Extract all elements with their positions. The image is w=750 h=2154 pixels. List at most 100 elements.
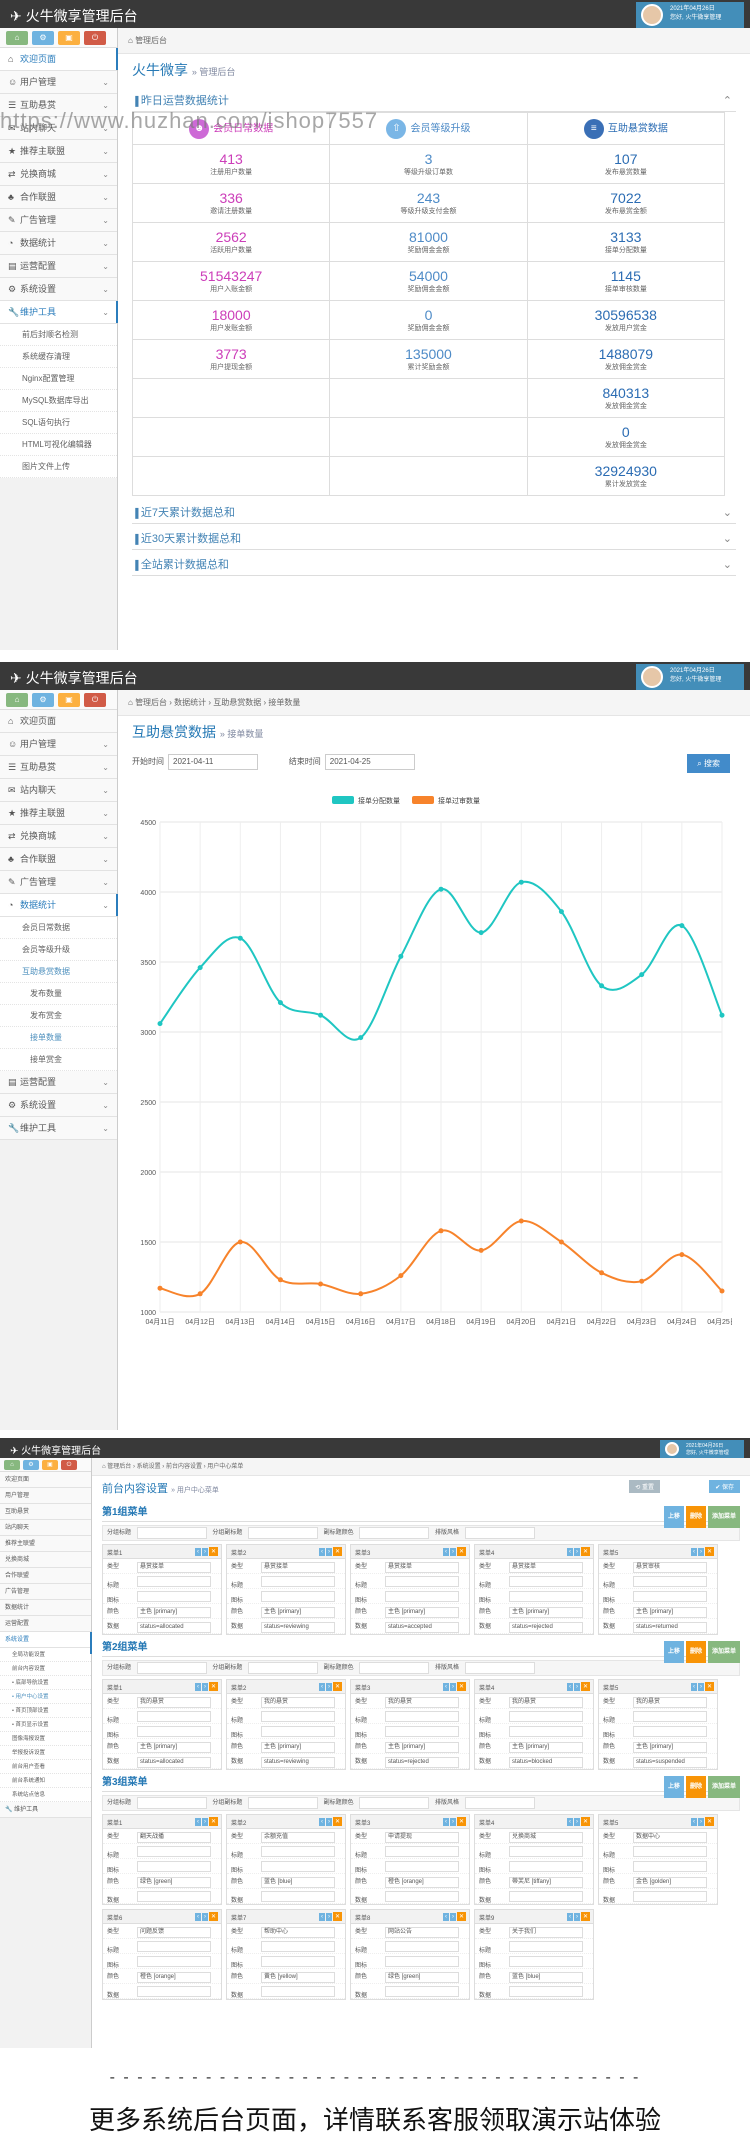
delete-button[interactable]: ✕: [580, 1547, 590, 1556]
move-left-button[interactable]: ‹: [690, 1548, 697, 1556]
sidebar-item[interactable]: 合作联盟: [0, 1568, 91, 1584]
field-value[interactable]: 主色 [primary]: [509, 1607, 583, 1618]
move-left-button[interactable]: ‹: [318, 1818, 325, 1826]
move-right-button[interactable]: ›: [573, 1818, 580, 1826]
sidebar-subitem[interactable]: 会员日常数据: [0, 917, 117, 939]
field-value[interactable]: [509, 1591, 583, 1602]
field-value[interactable]: [261, 1861, 335, 1872]
field-value[interactable]: [385, 1711, 459, 1722]
group-action-button[interactable]: 添加菜单: [707, 1776, 740, 1798]
field-value[interactable]: 黄色 [yellow]: [261, 1972, 335, 1983]
move-right-button[interactable]: ›: [697, 1818, 704, 1826]
sidebar-subitem[interactable]: 图像海报设置: [0, 1732, 91, 1746]
field-value[interactable]: status=accepted: [385, 1622, 459, 1633]
move-left-button[interactable]: ‹: [566, 1913, 573, 1921]
field-value[interactable]: 蒂芙尼 [tiffany]: [509, 1877, 583, 1888]
move-right-button[interactable]: ›: [201, 1818, 208, 1826]
sidebar-subitem[interactable]: 会员等级升级: [0, 939, 117, 961]
lock-shortcut-icon[interactable]: ▣: [42, 1460, 58, 1470]
sidebar-subsubitem[interactable]: 发布数量: [0, 983, 117, 1005]
move-left-button[interactable]: ‹: [690, 1818, 697, 1826]
field-value[interactable]: [385, 1941, 459, 1952]
sidebar-item[interactable]: ⌂ 欢迎页面: [0, 710, 117, 733]
delete-button[interactable]: ✕: [332, 1912, 342, 1921]
sidebar-item[interactable]: ♣ 合作联盟 ⌄: [0, 848, 117, 871]
field-value[interactable]: [385, 1956, 459, 1967]
sidebar-subitem[interactable]: 前台用户查看: [0, 1760, 91, 1774]
field-value[interactable]: [137, 1861, 211, 1872]
delete-button[interactable]: ✕: [704, 1682, 714, 1691]
field-value[interactable]: 悬赏审核: [633, 1562, 707, 1573]
field-value[interactable]: status=rejected: [385, 1757, 459, 1768]
field-value[interactable]: [633, 1711, 707, 1722]
group-action-button[interactable]: 删除: [685, 1506, 706, 1528]
app-title[interactable]: 火牛微享管理后台: [10, 1442, 101, 1457]
move-left-button[interactable]: ‹: [194, 1913, 201, 1921]
sidebar-subitem[interactable]: 互助悬赏数据: [0, 961, 117, 983]
power-shortcut-icon[interactable]: ⏻: [84, 693, 106, 707]
sidebar-subsubitem[interactable]: 发布赏金: [0, 1005, 117, 1027]
sidebar-item[interactable]: ⚙ 系统设置 ⌄: [0, 1094, 117, 1117]
field-value[interactable]: [385, 1591, 459, 1602]
move-left-button[interactable]: ‹: [318, 1913, 325, 1921]
field-value[interactable]: 主色 [primary]: [137, 1607, 211, 1618]
sidebar-item[interactable]: ♣ 合作联盟 ⌄: [0, 186, 117, 209]
chevron-down-icon[interactable]: ⌄: [723, 528, 732, 550]
move-left-button[interactable]: ‹: [442, 1818, 449, 1826]
move-left-button[interactable]: ‹: [566, 1818, 573, 1826]
field-value[interactable]: [509, 1576, 583, 1587]
sidebar-item[interactable]: ◔ 数据统计 ⌄: [0, 894, 118, 917]
sidebar-subitem[interactable]: • 用户中心设置: [0, 1690, 91, 1704]
sidebar-item[interactable]: ⌂ 欢迎页面: [0, 48, 118, 71]
field-value[interactable]: [137, 1986, 211, 1997]
field-value[interactable]: 帮助中心: [261, 1927, 335, 1938]
sidebar-item[interactable]: ▤ 运营配置 ⌄: [0, 255, 117, 278]
field-value[interactable]: 绿色 [green]: [385, 1972, 459, 1983]
field-value[interactable]: [385, 1861, 459, 1872]
move-right-button[interactable]: ›: [325, 1818, 332, 1826]
home-shortcut-icon[interactable]: ⌂: [6, 693, 28, 707]
reset-button[interactable]: ⟲ 重置: [629, 1480, 660, 1493]
field-value[interactable]: [261, 1941, 335, 1952]
move-right-button[interactable]: ›: [697, 1548, 704, 1556]
group-action-button[interactable]: 删除: [685, 1641, 706, 1663]
delete-button[interactable]: ✕: [456, 1817, 466, 1826]
lock-shortcut-icon[interactable]: ▣: [58, 693, 80, 707]
sidebar-subitem[interactable]: Nginx配置管理: [0, 368, 117, 390]
field-value[interactable]: [137, 1891, 211, 1902]
sidebar-subitem[interactable]: 全局功能设置: [0, 1648, 91, 1662]
field-value[interactable]: 问题反馈: [137, 1927, 211, 1938]
move-right-button[interactable]: ›: [449, 1818, 456, 1826]
move-right-button[interactable]: ›: [325, 1913, 332, 1921]
collapsed-section[interactable]: 近30天累计数据总和 ⌄: [132, 528, 736, 550]
sidebar-item[interactable]: ⚙ 系统设置 ⌄: [0, 278, 117, 301]
field-value[interactable]: [137, 1591, 211, 1602]
field-value[interactable]: 蓝色 [blue]: [509, 1972, 583, 1983]
sidebar-item[interactable]: ◔ 数据统计 ⌄: [0, 232, 117, 255]
delete-button[interactable]: ✕: [332, 1547, 342, 1556]
delete-button[interactable]: ✕: [208, 1817, 218, 1826]
field-value[interactable]: [633, 1726, 707, 1737]
gear-shortcut-icon[interactable]: ⚙: [32, 693, 54, 707]
field-value[interactable]: 主色 [primary]: [509, 1742, 583, 1753]
field-value[interactable]: [261, 1711, 335, 1722]
field-value[interactable]: [385, 1846, 459, 1857]
field-value[interactable]: [509, 1846, 583, 1857]
field-value[interactable]: [261, 1576, 335, 1587]
gear-shortcut-icon[interactable]: ⚙: [32, 31, 54, 45]
sidebar-item[interactable]: ☺ 用户管理 ⌄: [0, 71, 117, 94]
home-shortcut-icon[interactable]: ⌂: [6, 31, 28, 45]
sidebar-item[interactable]: 互助悬赏: [0, 1504, 91, 1520]
delete-button[interactable]: ✕: [332, 1817, 342, 1826]
sidebar-item[interactable]: 兑换商城: [0, 1552, 91, 1568]
sidebar-item[interactable]: ⇄ 兑换商城 ⌄: [0, 825, 117, 848]
move-right-button[interactable]: ›: [573, 1683, 580, 1691]
sidebar-item[interactable]: ✉ 站内聊天 ⌄: [0, 779, 117, 802]
sidebar-item[interactable]: ⇄ 兑换商城 ⌄: [0, 163, 117, 186]
sidebar-subitem[interactable]: 系统缓存清理: [0, 346, 117, 368]
field-value[interactable]: [633, 1861, 707, 1872]
field-value[interactable]: status=reviewing: [261, 1622, 335, 1633]
field-value[interactable]: 绿色 [green]: [137, 1877, 211, 1888]
app-title[interactable]: 火牛微享管理后台: [10, 668, 138, 688]
move-right-button[interactable]: ›: [325, 1683, 332, 1691]
